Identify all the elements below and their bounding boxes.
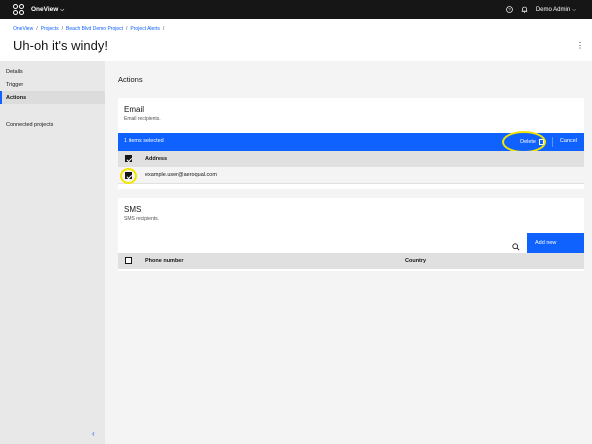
- highlight-circle-delete: [502, 131, 546, 153]
- breadcrumb-separator: /: [126, 26, 128, 32]
- sidebar-item-actions[interactable]: Actions: [0, 91, 105, 104]
- section-title: Actions: [118, 75, 143, 84]
- sidebar-item-trigger[interactable]: Trigger: [0, 78, 105, 91]
- user-name: Demo Admin: [535, 6, 571, 13]
- chevron-down-icon: ⌵: [572, 6, 576, 13]
- sidebar: Details Trigger Actions Connected projec…: [0, 61, 105, 444]
- collapse-sidebar-icon[interactable]: ‹: [92, 429, 95, 438]
- email-card: Email Email recipients. 1 items selected…: [118, 98, 584, 189]
- sidebar-item-connected-projects[interactable]: Connected projects: [0, 118, 105, 131]
- page-header: OneView / Projects / Beach Blvd Demo Proje…: [0, 19, 592, 61]
- divider: [552, 137, 553, 147]
- breadcrumb-projects[interactable]: Projects: [41, 26, 59, 32]
- column-header-phone-number: Phone number: [145, 258, 184, 264]
- selected-count: 1 items selected: [124, 138, 164, 144]
- notification-bell-icon[interactable]: [521, 6, 528, 13]
- breadcrumb-separator: /: [36, 26, 38, 32]
- column-header-country: Country: [405, 258, 427, 264]
- email-table-header: Address: [118, 151, 584, 167]
- main-content: Actions Email Email recipients. 1 items …: [105, 61, 592, 444]
- breadcrumb: OneView / Projects / Beach Blvd Demo Proje…: [13, 26, 167, 32]
- breadcrumb-project-alerts[interactable]: Project Alerts: [130, 26, 159, 32]
- user-menu[interactable]: Demo Admin ⌵: [536, 7, 576, 13]
- chevron-down-icon: ⌵: [60, 6, 65, 13]
- breadcrumb-project[interactable]: Beach Blvd Demo Project: [66, 26, 123, 32]
- app-switcher[interactable]: OneView ⌵: [31, 6, 64, 13]
- brand-name: OneView: [31, 6, 59, 13]
- svg-text:?: ?: [508, 7, 511, 12]
- highlight-circle-checkbox: [120, 168, 137, 184]
- sms-title: SMS: [124, 205, 142, 214]
- sidebar-item-label: Connected projects: [6, 121, 54, 128]
- breadcrumb-separator: /: [61, 26, 64, 32]
- select-all-checkbox[interactable]: [125, 257, 132, 264]
- sidebar-item-details[interactable]: Details: [0, 65, 105, 78]
- column-header-address: Address: [145, 156, 168, 162]
- add-new-button[interactable]: Add new: [527, 233, 584, 253]
- sms-card: SMS SMS recipients. Add new Phone number…: [118, 198, 584, 271]
- oneview-logo-icon[interactable]: [13, 3, 25, 16]
- help-icon[interactable]: ?: [506, 6, 513, 13]
- sidebar-item-label: Details: [6, 68, 23, 75]
- sidebar-item-label: Actions: [6, 94, 27, 101]
- overflow-menu-icon[interactable]: ⋮: [576, 41, 584, 50]
- email-subtitle: Email recipients.: [124, 116, 161, 122]
- page-title: Uh-oh it's windy!: [13, 38, 108, 53]
- breadcrumb-separator: /: [162, 26, 165, 32]
- sms-table-header: Phone number Country: [118, 253, 584, 269]
- top-bar: OneView ⌵ ? Demo Admin ⌵: [0, 0, 592, 19]
- email-address-cell: example.user@aeroqual.com: [145, 172, 217, 178]
- select-all-checkbox[interactable]: [125, 155, 132, 162]
- email-title: Email: [124, 105, 145, 114]
- cancel-button[interactable]: Cancel: [560, 138, 577, 144]
- search-icon[interactable]: [512, 238, 522, 251]
- table-row: example.user@aeroqual.com: [118, 167, 584, 184]
- sms-subtitle: SMS recipients.: [124, 216, 160, 222]
- sidebar-item-label: Trigger: [6, 81, 24, 88]
- breadcrumb-oneview[interactable]: OneView: [13, 26, 33, 32]
